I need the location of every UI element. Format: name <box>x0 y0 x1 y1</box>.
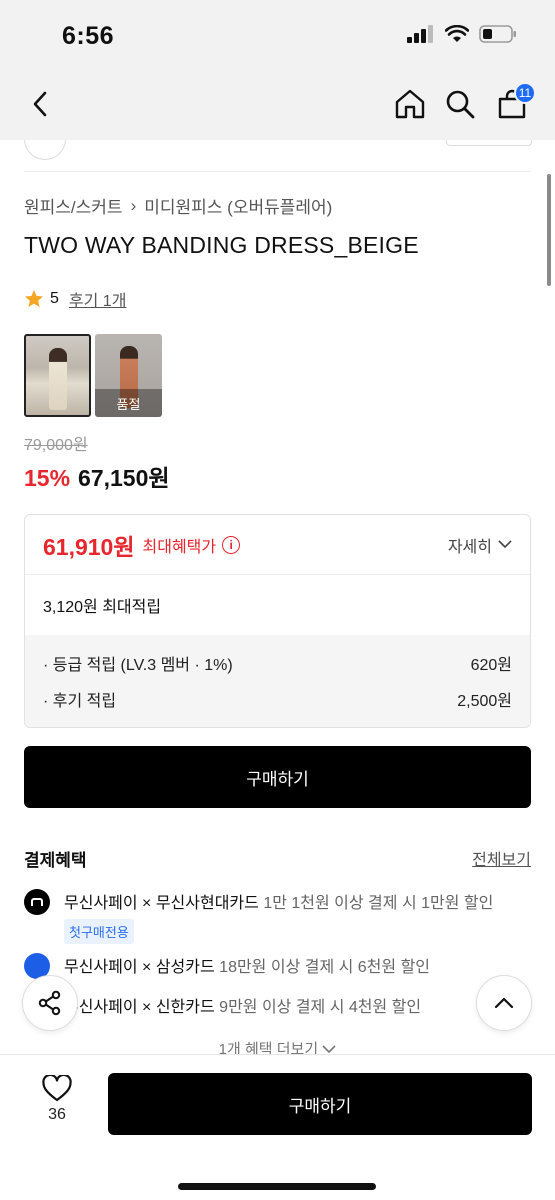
product-title: TWO WAY BANDING DRESS_BEIGE <box>24 232 419 258</box>
first-purchase-tag: 첫구매전용 <box>64 919 134 944</box>
card-name: 무신사페이 × 신한카드 <box>64 999 215 1016</box>
card-name: 무신사페이 × 무신사현대카드 <box>64 895 259 912</box>
sale-price: 67,150원 <box>78 465 170 491</box>
payment-benefit-item[interactable]: 무신사페이 × 신한카드 9만원 이상 결제 시 4천원 할인 <box>24 993 421 1019</box>
breadcrumb-subcategory[interactable]: 미디원피스 (오버듀플레어) <box>144 193 332 218</box>
breadcrumb: 원피스/스커트 › 미디원피스 (오버듀플레어) <box>24 193 332 218</box>
share-icon <box>38 990 61 1016</box>
payment-benefit-text: 무신사페이 × 신한카드 9만원 이상 결제 시 4천원 할인 <box>64 993 421 1017</box>
points-line: · 등급 적립 (LV.3 멤버 · 1%) 620원 <box>43 651 512 675</box>
payment-benefit-item[interactable]: 무신사페이 × 삼성카드 18만원 이상 결제 시 6천원 할인 <box>24 953 430 979</box>
buy-button[interactable]: 구매하기 <box>24 746 531 808</box>
cart-button[interactable]: 11 <box>492 82 536 124</box>
info-icon[interactable]: i <box>222 535 241 554</box>
back-button[interactable] <box>20 84 60 124</box>
payment-benefits-title: 결제혜택 <box>24 851 87 870</box>
search-button[interactable] <box>440 84 480 124</box>
like-count: 36 <box>48 1106 66 1123</box>
wifi-icon <box>445 25 469 42</box>
payment-benefit-item[interactable]: 무신사페이 × 무신사현대카드 1만 1천원 이상 결제 시 1만원 할인 첫구… <box>24 889 493 944</box>
divider <box>24 171 531 172</box>
chevron-down-icon <box>322 1045 336 1054</box>
thumbnail-beige[interactable] <box>24 334 91 417</box>
max-benefit-price: 61,910원 <box>43 533 135 560</box>
detail-label: 자세히 <box>447 538 492 556</box>
status-icons <box>407 24 517 44</box>
points-line: · 후기 적립 2,500원 <box>43 687 512 711</box>
status-time: 6:56 <box>62 22 115 50</box>
follow-button[interactable] <box>446 140 532 146</box>
discount-rate: 15% <box>24 465 71 491</box>
payment-benefit-text: 무신사페이 × 삼성카드 18만원 이상 결제 시 6천원 할인 <box>64 953 430 977</box>
signal-icon <box>407 25 433 43</box>
points-label: · 후기 적립 <box>43 693 117 710</box>
benefit-condition: 1만 1천원 이상 결제 시 1만원 할인 <box>258 895 494 912</box>
scroll-top-button[interactable] <box>476 975 532 1031</box>
points-breakdown: · 등급 적립 (LV.3 멤버 · 1%) 620원 · 후기 적립 2,50… <box>25 635 530 727</box>
product-image <box>48 348 67 410</box>
home-icon <box>395 89 425 119</box>
status-bar: 6:56 <box>0 0 555 70</box>
star-icon <box>25 290 43 307</box>
share-button[interactable] <box>22 975 78 1031</box>
home-indicator <box>178 1183 376 1190</box>
see-all-link[interactable]: 전체보기 <box>472 846 531 870</box>
breadcrumb-separator: › <box>130 195 137 215</box>
scrolled-content-peek <box>0 140 555 172</box>
chevron-left-icon <box>33 91 47 117</box>
breadcrumb-category[interactable]: 원피스/스커트 <box>24 193 123 218</box>
points-label: · 등급 적립 (LV.3 멤버 · 1%) <box>43 657 233 674</box>
payment-benefit-text: 무신사페이 × 무신사현대카드 1만 1천원 이상 결제 시 1만원 할인 첫구… <box>64 889 493 944</box>
battery-icon <box>479 25 516 43</box>
cart-count-badge: 11 <box>514 82 536 104</box>
bottom-action-bar: 36 구매하기 <box>0 1054 555 1200</box>
rating: 5 후기 1개 <box>24 287 126 311</box>
nav-bar: 11 <box>0 70 555 140</box>
thumbnail-orange[interactable]: 품절 <box>95 334 162 417</box>
points-value: 620원 <box>470 657 512 674</box>
chevron-down-icon <box>498 540 512 549</box>
price-row: 15% 67,150원 <box>24 459 170 493</box>
original-price: 79,000원 <box>24 437 88 454</box>
musinsa-pay-logo-icon <box>24 889 50 915</box>
brand-avatar[interactable] <box>24 140 66 160</box>
search-icon <box>446 90 475 119</box>
benefit-condition: 9만원 이상 결제 시 4천원 할인 <box>214 999 422 1016</box>
card-name: 무신사페이 × 삼성카드 <box>64 959 215 976</box>
max-benefit-label: 최대혜택가 <box>142 538 217 556</box>
chevron-up-icon <box>494 997 514 1009</box>
benefit-condition: 18만원 이상 결제 시 6천원 할인 <box>214 959 431 976</box>
benefit-header: 61,910원 최대혜택가 i 자세히 <box>25 515 530 575</box>
like-button[interactable]: 36 <box>30 1075 84 1124</box>
points-value: 2,500원 <box>457 693 512 710</box>
color-thumbnails: 품절 <box>24 334 162 417</box>
scrollbar-thumb[interactable] <box>547 174 551 286</box>
benefit-box: 61,910원 최대혜택가 i 자세히 3,120원 최대적립 · 등급 적립 … <box>24 514 531 728</box>
soldout-label: 품절 <box>95 389 162 417</box>
benefit-detail-toggle[interactable]: 자세히 <box>448 533 512 557</box>
bottom-buy-button[interactable]: 구매하기 <box>108 1073 532 1135</box>
heart-icon <box>42 1075 72 1102</box>
home-button[interactable] <box>390 84 430 124</box>
max-points: 3,120원 최대적립 <box>43 599 162 616</box>
review-count-link[interactable]: 후기 1개 <box>69 287 127 311</box>
rating-value: 5 <box>50 290 59 307</box>
